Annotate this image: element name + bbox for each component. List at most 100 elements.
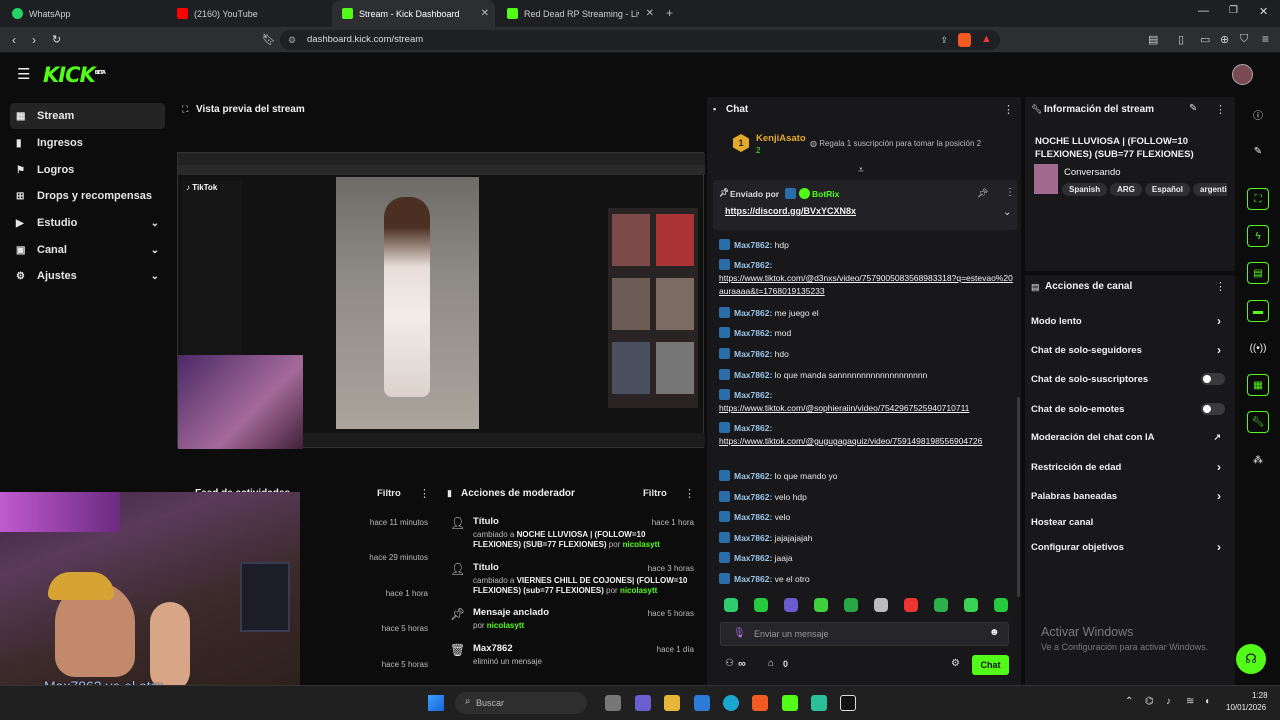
- chat-message[interactable]: Max7862: hdp: [719, 239, 1014, 252]
- channel-action-8[interactable]: Configurar objetivos ›: [1031, 540, 1231, 554]
- tag-pill[interactable]: ARG: [1110, 183, 1142, 196]
- kick-logo[interactable]: KICKBETA: [43, 63, 106, 87]
- chat-message[interactable]: Max7862: lo que manda sannnnnnnnnnnnnnnn…: [719, 369, 1014, 382]
- chat-username[interactable]: Max7862:: [734, 390, 772, 400]
- feed-filter-button[interactable]: Filtro: [377, 488, 401, 499]
- chat-username[interactable]: Max7862:: [734, 574, 772, 584]
- toggle-switch[interactable]: [1201, 373, 1225, 385]
- share-icon[interactable]: ⇪: [940, 30, 948, 50]
- emote-icon[interactable]: [724, 598, 738, 612]
- pinned-link[interactable]: https://discord.gg/BVxYCXN8x: [725, 206, 856, 216]
- tag-pill[interactable]: Español: [1144, 183, 1191, 196]
- more-icon[interactable]: ⋮: [1215, 280, 1226, 293]
- mic-tray-icon[interactable]: ♪: [1166, 696, 1171, 707]
- chat-message[interactable]: Max7862: jajajajajah: [719, 532, 1014, 545]
- emote-icon[interactable]: [784, 598, 798, 612]
- wifi-icon[interactable]: ≋: [1186, 696, 1194, 707]
- emote-icon[interactable]: [754, 598, 768, 612]
- mod-action-item[interactable]: 👤︎ Título cambiado a VIERNES CHILL DE COJO…: [450, 563, 698, 596]
- emoji-icon[interactable]: ☻: [989, 627, 1000, 638]
- chat-username[interactable]: Max7862:: [734, 553, 772, 563]
- chat-input[interactable]: 🎙︎ Enviar un mensaje ☻: [720, 622, 1009, 646]
- chat-username[interactable]: Max7862:: [734, 240, 772, 250]
- sidebar-item-stream[interactable]: ▦ Stream: [10, 103, 165, 129]
- mic-icon[interactable]: 🎙︎: [733, 628, 746, 639]
- chat-username[interactable]: Max7862:: [734, 349, 772, 359]
- bookmark-icon[interactable]: 🔖︎: [262, 33, 276, 46]
- mod-detail-user[interactable]: nicolasytt: [623, 540, 660, 549]
- category-name[interactable]: Conversando: [1064, 167, 1121, 178]
- teams-icon[interactable]: [635, 695, 651, 711]
- chat-username[interactable]: Max7862:: [734, 492, 772, 502]
- chat-send-button[interactable]: Chat: [972, 655, 1009, 675]
- layout-rail-icon[interactable]: ▦: [1247, 374, 1269, 396]
- menu-icon[interactable]: ≡: [1262, 32, 1269, 46]
- chat-link[interactable]: https://www.tiktok.com/@d3nxs/video/7579…: [719, 273, 1013, 296]
- lightning-rail-icon[interactable]: ϟ: [1247, 225, 1269, 247]
- brave-shield-icon[interactable]: [958, 33, 971, 47]
- chat-message[interactable]: Max7862: https://www.tiktok.com/@d3nxs/vi…: [719, 259, 1014, 298]
- preview-rail-icon[interactable]: ⛶: [1247, 188, 1269, 210]
- emote-icon[interactable]: [814, 598, 828, 612]
- chat-message[interactable]: Max7862: lo que mando yo: [719, 470, 1014, 483]
- brave-icon[interactable]: [752, 695, 768, 711]
- tab-red-dead[interactable]: Red Dead RP Streaming - Live St ✕: [497, 0, 660, 27]
- sidebar-toggle-icon[interactable]: ▤: [1148, 33, 1158, 46]
- emote-icon[interactable]: [844, 598, 858, 612]
- hamburger-icon[interactable]: ☰: [17, 65, 30, 83]
- emote-icon[interactable]: [964, 598, 978, 612]
- chat-username[interactable]: Max7862:: [734, 260, 772, 270]
- edit-icon[interactable]: ✎: [1189, 103, 1197, 114]
- new-tab-button[interactable]: +: [666, 6, 673, 20]
- chat-rail-icon[interactable]: ▬: [1247, 300, 1269, 322]
- channel-action-3[interactable]: Chat de solo-emotes: [1031, 403, 1231, 415]
- window-close-button[interactable]: ✕: [1259, 5, 1268, 18]
- rewards-icon[interactable]: ▲: [981, 33, 992, 45]
- more-icon[interactable]: ⋮: [419, 487, 430, 500]
- capcut-icon[interactable]: [840, 695, 856, 711]
- chevron-right-icon[interactable]: ›: [1217, 489, 1221, 503]
- explorer-icon[interactable]: [664, 695, 680, 711]
- chat-username[interactable]: Max7862:: [734, 308, 772, 318]
- tray-chevron-icon[interactable]: ⌃: [1125, 696, 1133, 707]
- mod-detail-user[interactable]: nicolasytt: [620, 586, 657, 595]
- mod-action-item[interactable]: 👤︎ Título cambiado a NOCHE LLUVIOSA | (FOL…: [450, 517, 698, 550]
- url-field[interactable]: ⚙ dashboard.kick.com/stream ⇪: [280, 30, 1000, 50]
- extensions-icon[interactable]: ⊕: [1220, 33, 1229, 46]
- tag-pill[interactable]: argentin: [1193, 183, 1227, 196]
- chat-username[interactable]: Max7862:: [734, 370, 772, 380]
- chat-message[interactable]: Max7862: https://www.tiktok.com/@gugugaga…: [719, 422, 1014, 448]
- maximize-button[interactable]: ❐: [1229, 5, 1238, 16]
- kick-app-icon[interactable]: [782, 695, 798, 711]
- chat-username[interactable]: Max7862:: [734, 471, 772, 481]
- sidebar-item-drops[interactable]: ⊞ Drops y recompensas: [10, 183, 165, 209]
- support-button[interactable]: ☊: [1236, 644, 1266, 674]
- network-icon[interactable]: ⌬: [1145, 696, 1154, 707]
- close-icon[interactable]: ✕: [481, 8, 489, 19]
- chat-message[interactable]: Max7862: https://www.tiktok.com/@sophiera…: [719, 389, 1014, 415]
- chat-message[interactable]: Max7862: velo: [719, 511, 1014, 524]
- mod-detail-user[interactable]: nicolasytt: [487, 621, 524, 630]
- channel-action-6[interactable]: Palabras baneadas ›: [1031, 489, 1231, 503]
- channel-action-0[interactable]: Modo lento ›: [1031, 314, 1231, 328]
- channel-action-4[interactable]: Moderación del chat con IA ↗: [1031, 432, 1231, 443]
- wallet-icon[interactable]: ▭: [1200, 33, 1210, 46]
- chat-message[interactable]: Max7862: mod: [719, 327, 1014, 340]
- tab-whatsapp[interactable]: WhatsApp: [2, 0, 167, 27]
- mod-action-item[interactable]: 🗑︎ Max7862 eliminó un mensaje hace 1 día: [450, 644, 698, 667]
- chat-message[interactable]: Max7862: me juego el: [719, 307, 1014, 320]
- back-icon[interactable]: ‹: [12, 33, 16, 47]
- emote-icon[interactable]: [904, 598, 918, 612]
- vpn-icon[interactable]: ⛉: [1240, 33, 1248, 46]
- channel-action-1[interactable]: Chat de solo-seguidores ›: [1031, 343, 1231, 357]
- forward-icon[interactable]: ›: [32, 33, 36, 47]
- clock-date[interactable]: 10/01/2026: [1226, 703, 1266, 712]
- reader-icon[interactable]: ▯: [1178, 33, 1184, 46]
- windows-start-icon[interactable]: [428, 695, 444, 711]
- more-icon[interactable]: ⋮: [684, 487, 695, 500]
- volume-icon[interactable]: ◖: [1204, 696, 1210, 707]
- clock-time[interactable]: 1:28: [1252, 691, 1268, 700]
- chevron-down-icon[interactable]: ⌄: [151, 271, 159, 282]
- gifter-name[interactable]: KenjiAsato: [756, 133, 806, 144]
- info-rail-icon[interactable]: ⓘ: [1247, 103, 1269, 125]
